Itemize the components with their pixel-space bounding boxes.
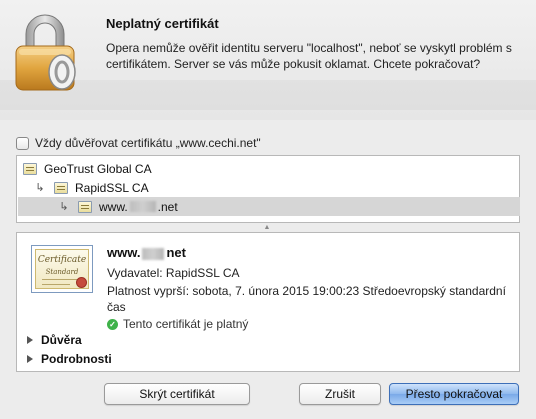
tree-item-label: RapidSSL CA (75, 180, 149, 195)
trust-section-label[interactable]: Důvěra (41, 333, 82, 347)
details-section-label[interactable]: Podrobnosti (41, 352, 112, 366)
certificate-issuer: Vydavatel: RapidSSL CA (107, 266, 240, 280)
certificate-icon (78, 200, 92, 213)
tree-item-geotrust[interactable]: GeoTrust Global CA (18, 159, 520, 178)
certificate-expiry: Platnost vyprší: sobota, 7. února 2015 1… (107, 284, 506, 314)
hide-certificate-button[interactable]: Skrýt certifikát (104, 383, 250, 405)
trust-certificate-label[interactable]: Vždy důvěřovat certifikátu „www.cechi.ne… (35, 136, 261, 150)
dialog-message: Opera nemůže ověřit identitu serveru "lo… (106, 41, 512, 71)
certificate-seal-icon (76, 277, 87, 288)
child-arrow-icon: ↳ (35, 182, 45, 194)
tree-item-site[interactable]: ↳ www. .net (18, 197, 520, 216)
details-section-toggle[interactable]: Podrobnosti (27, 352, 112, 366)
certificate-name-suffix: net (166, 245, 186, 260)
disclosure-triangle-icon[interactable] (27, 355, 33, 363)
certificate-status-label: Tento certifikát je platný (123, 317, 249, 331)
tree-item-label-prefix: www. (99, 199, 128, 214)
certificate-image-title: Certificate (37, 255, 87, 265)
tree-item-rapidssl[interactable]: ↳ RapidSSL CA (18, 178, 520, 197)
certificate-line (42, 284, 70, 285)
dialog-title: Neplatný certifikát (106, 16, 219, 31)
background-stripe (0, 80, 536, 110)
trust-certificate-checkbox[interactable] (16, 136, 29, 150)
check-icon: ✓ (107, 318, 118, 330)
certificate-image: Certificate Standard (31, 245, 93, 293)
redacted-text (142, 247, 165, 260)
certificate-status: ✓ Tento certifikát je platný (107, 317, 248, 331)
panel-splitter-handle[interactable]: ▲ (262, 224, 272, 232)
certificate-icon (54, 181, 68, 194)
certificate-chain-tree[interactable]: GeoTrust Global CA ↳ RapidSSL CA ↳ www..… (16, 155, 520, 223)
disclosure-triangle-icon[interactable] (27, 336, 33, 344)
redacted-text (129, 201, 156, 212)
lock-icon (15, 14, 76, 91)
continue-anyway-button[interactable]: Přesto pokračovat (389, 383, 519, 405)
child-arrow-icon: ↳ (59, 201, 69, 213)
certificate-detail-panel: Certificate Standard www. net Vydavatel: … (16, 232, 520, 372)
certificate-name-prefix: www. (107, 245, 141, 260)
tree-item-label-suffix: .net (157, 199, 178, 214)
cancel-button[interactable]: Zrušit (299, 383, 381, 405)
certificate-name: www. net (107, 245, 186, 260)
tree-item-label: GeoTrust Global CA (44, 161, 152, 176)
trust-section-toggle[interactable]: Důvěra (27, 333, 82, 347)
trust-certificate-row[interactable]: Vždy důvěřovat certifikátu „www.cechi.ne… (16, 136, 261, 150)
certificate-image-subtitle: Standard (45, 268, 79, 276)
certificate-icon (23, 162, 37, 175)
